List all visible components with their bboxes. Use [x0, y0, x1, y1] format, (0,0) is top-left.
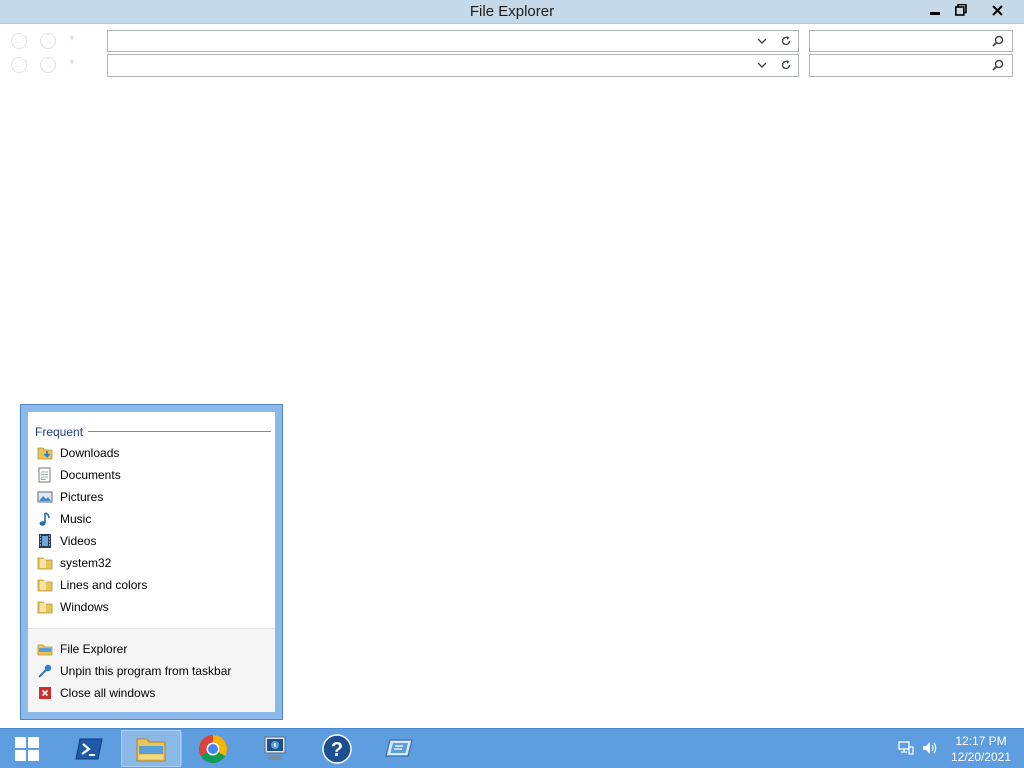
folder-icon: [37, 599, 53, 615]
jumplist-item-system32[interactable]: system32: [28, 552, 275, 574]
file-explorer-icon: [136, 738, 166, 761]
jumplist-item-videos[interactable]: Videos: [28, 530, 275, 552]
powershell-icon: [75, 738, 103, 759]
help-icon: ?: [322, 733, 352, 764]
folder-icon: [37, 555, 53, 571]
jump-list: Frequent Downloads Documents Pictures Mu…: [20, 404, 283, 720]
start-button[interactable]: [0, 730, 54, 767]
jumplist-item-label: Windows: [60, 600, 109, 614]
unpin-icon: [37, 663, 53, 679]
window-title: File Explorer: [469, 3, 555, 20]
minimize-icon: [930, 11, 940, 15]
recent-locations-dropdown[interactable]: ▼: [68, 34, 76, 43]
taskbar-file-explorer[interactable]: [121, 730, 181, 767]
jumplist-item-label: Music: [60, 512, 92, 526]
address-bar[interactable]: [107, 54, 799, 77]
jumplist-item-label: Videos: [60, 534, 97, 548]
search-icon: [992, 35, 1004, 47]
taskbar-help[interactable]: ?: [307, 730, 367, 767]
server-manager-icon: [264, 736, 286, 760]
jumplist-item-music[interactable]: Music: [28, 508, 275, 530]
videos-icon: [37, 533, 53, 549]
downloads-folder-icon: [37, 445, 53, 461]
taskbar-chrome[interactable]: [183, 730, 243, 767]
back-arrow-icon: ←: [14, 36, 24, 46]
header-divider: [88, 431, 271, 432]
forward-button[interactable]: →: [40, 33, 56, 49]
recent-locations-dropdown[interactable]: ▼: [68, 58, 76, 67]
title-bar: File Explorer: [0, 0, 1024, 24]
search-box[interactable]: [809, 30, 1013, 52]
jumplist-item-label: Documents: [60, 468, 121, 482]
chevron-down-icon[interactable]: [756, 59, 768, 71]
pictures-icon: [37, 489, 53, 505]
close-red-icon: [37, 685, 53, 701]
minimize-button[interactable]: [922, 0, 948, 20]
restore-icon: [955, 4, 967, 16]
jumplist-item-label: Downloads: [60, 446, 120, 460]
task-open-file-explorer[interactable]: File Explorer: [28, 638, 275, 660]
navigation-row: ← → ▼: [0, 29, 1024, 53]
taskbar-separator: [176, 732, 182, 765]
network-icon[interactable]: [898, 740, 914, 756]
jumplist-item-label: Pictures: [60, 490, 104, 504]
jumplist-item-label: system32: [60, 556, 112, 570]
svg-text:?: ?: [331, 739, 343, 761]
music-icon: [37, 511, 53, 527]
remote-desktop-icon: [385, 738, 413, 757]
documents-icon: [37, 467, 53, 483]
restore-button[interactable]: [948, 0, 974, 20]
task-unpin[interactable]: Unpin this program from taskbar: [28, 660, 275, 682]
clock-date: 12/20/2021: [950, 750, 1012, 764]
forward-arrow-icon: →: [43, 60, 53, 70]
search-box[interactable]: [809, 54, 1013, 77]
chevron-down-icon[interactable]: [756, 35, 768, 47]
task-label: File Explorer: [60, 642, 128, 656]
forward-button[interactable]: →: [40, 57, 56, 73]
close-button[interactable]: [974, 0, 1021, 20]
jumplist-item-windows[interactable]: Windows: [28, 596, 275, 618]
jump-list-tasks: File Explorer Unpin this program from ta…: [28, 628, 275, 712]
taskbar: ? 12:17 PM 12/20/2021: [0, 728, 1024, 768]
clock-time: 12:17 PM: [955, 734, 1007, 748]
system-clock[interactable]: 12:17 PM 12/20/2021: [942, 733, 1020, 765]
refresh-icon[interactable]: [780, 59, 792, 71]
taskbar-server-manager[interactable]: [245, 730, 305, 767]
folder-icon: [37, 577, 53, 593]
volume-icon[interactable]: [921, 740, 939, 756]
back-button[interactable]: ←: [11, 57, 27, 73]
jumplist-item-label: Lines and colors: [60, 578, 148, 592]
taskbar-powershell[interactable]: [59, 730, 119, 767]
frequent-header: Frequent: [35, 425, 84, 439]
taskbar-remote-desktop[interactable]: [369, 730, 429, 767]
jumplist-item-lines-and-colors[interactable]: Lines and colors: [28, 574, 275, 596]
navigation-row: ← → ▼: [0, 53, 1024, 77]
file-explorer-icon: [37, 641, 53, 657]
address-bar[interactable]: [107, 30, 799, 52]
windows-logo-icon: [15, 736, 39, 761]
back-button[interactable]: ←: [11, 33, 27, 49]
jumplist-item-pictures[interactable]: Pictures: [28, 486, 275, 508]
task-close-all-windows[interactable]: Close all windows: [28, 682, 275, 704]
task-label: Unpin this program from taskbar: [60, 664, 232, 678]
jumplist-item-documents[interactable]: Documents: [28, 464, 275, 486]
back-arrow-icon: ←: [14, 60, 24, 70]
refresh-icon[interactable]: [780, 35, 792, 47]
forward-arrow-icon: →: [43, 36, 53, 46]
jump-list-panel: Frequent Downloads Documents Pictures Mu…: [28, 412, 275, 712]
search-icon: [992, 59, 1004, 71]
close-icon: [992, 4, 1003, 16]
chrome-icon: [199, 734, 227, 763]
task-label: Close all windows: [60, 686, 156, 700]
jumplist-item-downloads[interactable]: Downloads: [28, 442, 275, 464]
